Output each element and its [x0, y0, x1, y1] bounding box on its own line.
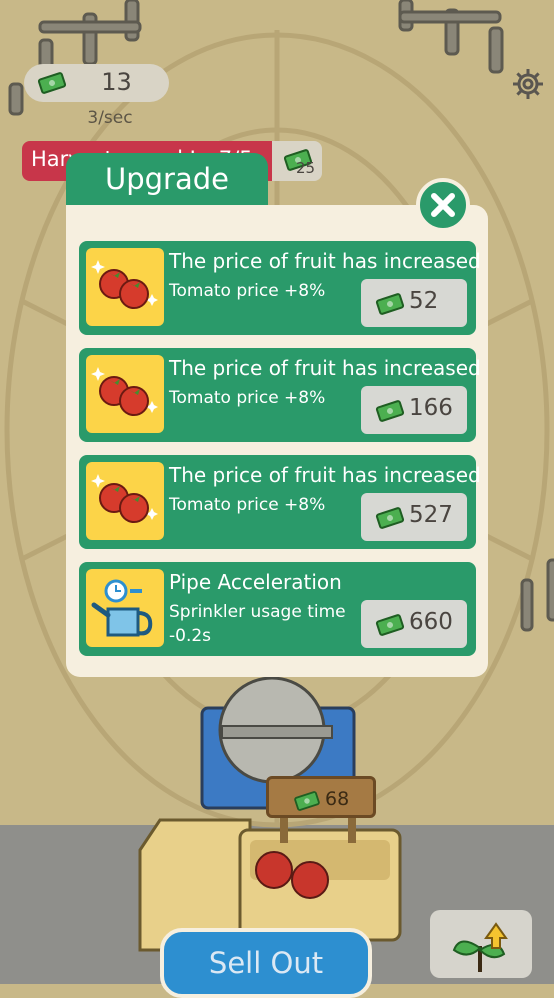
cash-icon — [375, 293, 405, 315]
watering-can-icon — [86, 569, 164, 647]
price-value: 166 — [409, 395, 453, 421]
cash-icon — [38, 72, 66, 94]
upgrade-card[interactable]: The price of fruit has increased Tomato … — [79, 348, 481, 442]
buy-button[interactable]: 166 — [361, 386, 467, 434]
upgrade-tab: Upgrade — [66, 153, 268, 211]
card-description: Tomato price +8% — [169, 388, 326, 408]
card-title: The price of fruit has increased — [169, 249, 481, 273]
cash-icon — [375, 614, 405, 636]
price-value: 527 — [409, 502, 453, 528]
dialog-title: Upgrade — [105, 162, 229, 196]
tomatoes-icon — [86, 355, 164, 433]
card-title: Pipe Acceleration — [169, 570, 342, 594]
sign-price-value: 68 — [325, 788, 350, 810]
cash-icon — [294, 791, 320, 811]
money-value: 13 — [101, 68, 132, 96]
money-counter: 13 — [24, 64, 169, 102]
price-value: 660 — [409, 609, 453, 635]
income-rate: 3/sec — [87, 108, 133, 128]
card-title: The price of fruit has increased — [169, 463, 481, 487]
cash-icon — [375, 400, 405, 422]
close-icon — [431, 193, 455, 217]
plant-upgrade-button[interactable] — [430, 910, 532, 978]
price-value: 52 — [409, 288, 439, 314]
gear-icon[interactable] — [510, 66, 546, 102]
sell-out-button[interactable]: Sell Out — [160, 928, 372, 998]
tomatoes-icon — [86, 248, 164, 326]
upgrade-card[interactable]: The price of fruit has increased Tomato … — [79, 455, 481, 549]
tomatoes-icon — [86, 462, 164, 540]
harvest-cost[interactable]: 25 — [272, 141, 322, 181]
buy-button[interactable]: 660 — [361, 600, 467, 648]
harvest-cost-value: 25 — [296, 159, 316, 177]
plant-upgrade-icon — [452, 922, 508, 972]
sell-out-label: Sell Out — [208, 946, 324, 980]
card-title: The price of fruit has increased — [169, 356, 481, 380]
card-description: Tomato price +8% — [169, 495, 326, 515]
truck-price-sign: 68 — [266, 776, 376, 818]
upgrade-card[interactable]: Pipe Acceleration Sprinkler usage time -… — [79, 562, 476, 656]
buy-button[interactable]: 527 — [361, 493, 467, 541]
cash-icon — [375, 507, 405, 529]
card-description: Sprinkler usage time -0.2s — [169, 602, 346, 646]
buy-button[interactable]: 52 — [361, 279, 467, 327]
card-description: Tomato price +8% — [169, 281, 326, 301]
close-button[interactable] — [416, 178, 470, 232]
upgrade-card[interactable]: The price of fruit has increased Tomato … — [79, 241, 481, 335]
